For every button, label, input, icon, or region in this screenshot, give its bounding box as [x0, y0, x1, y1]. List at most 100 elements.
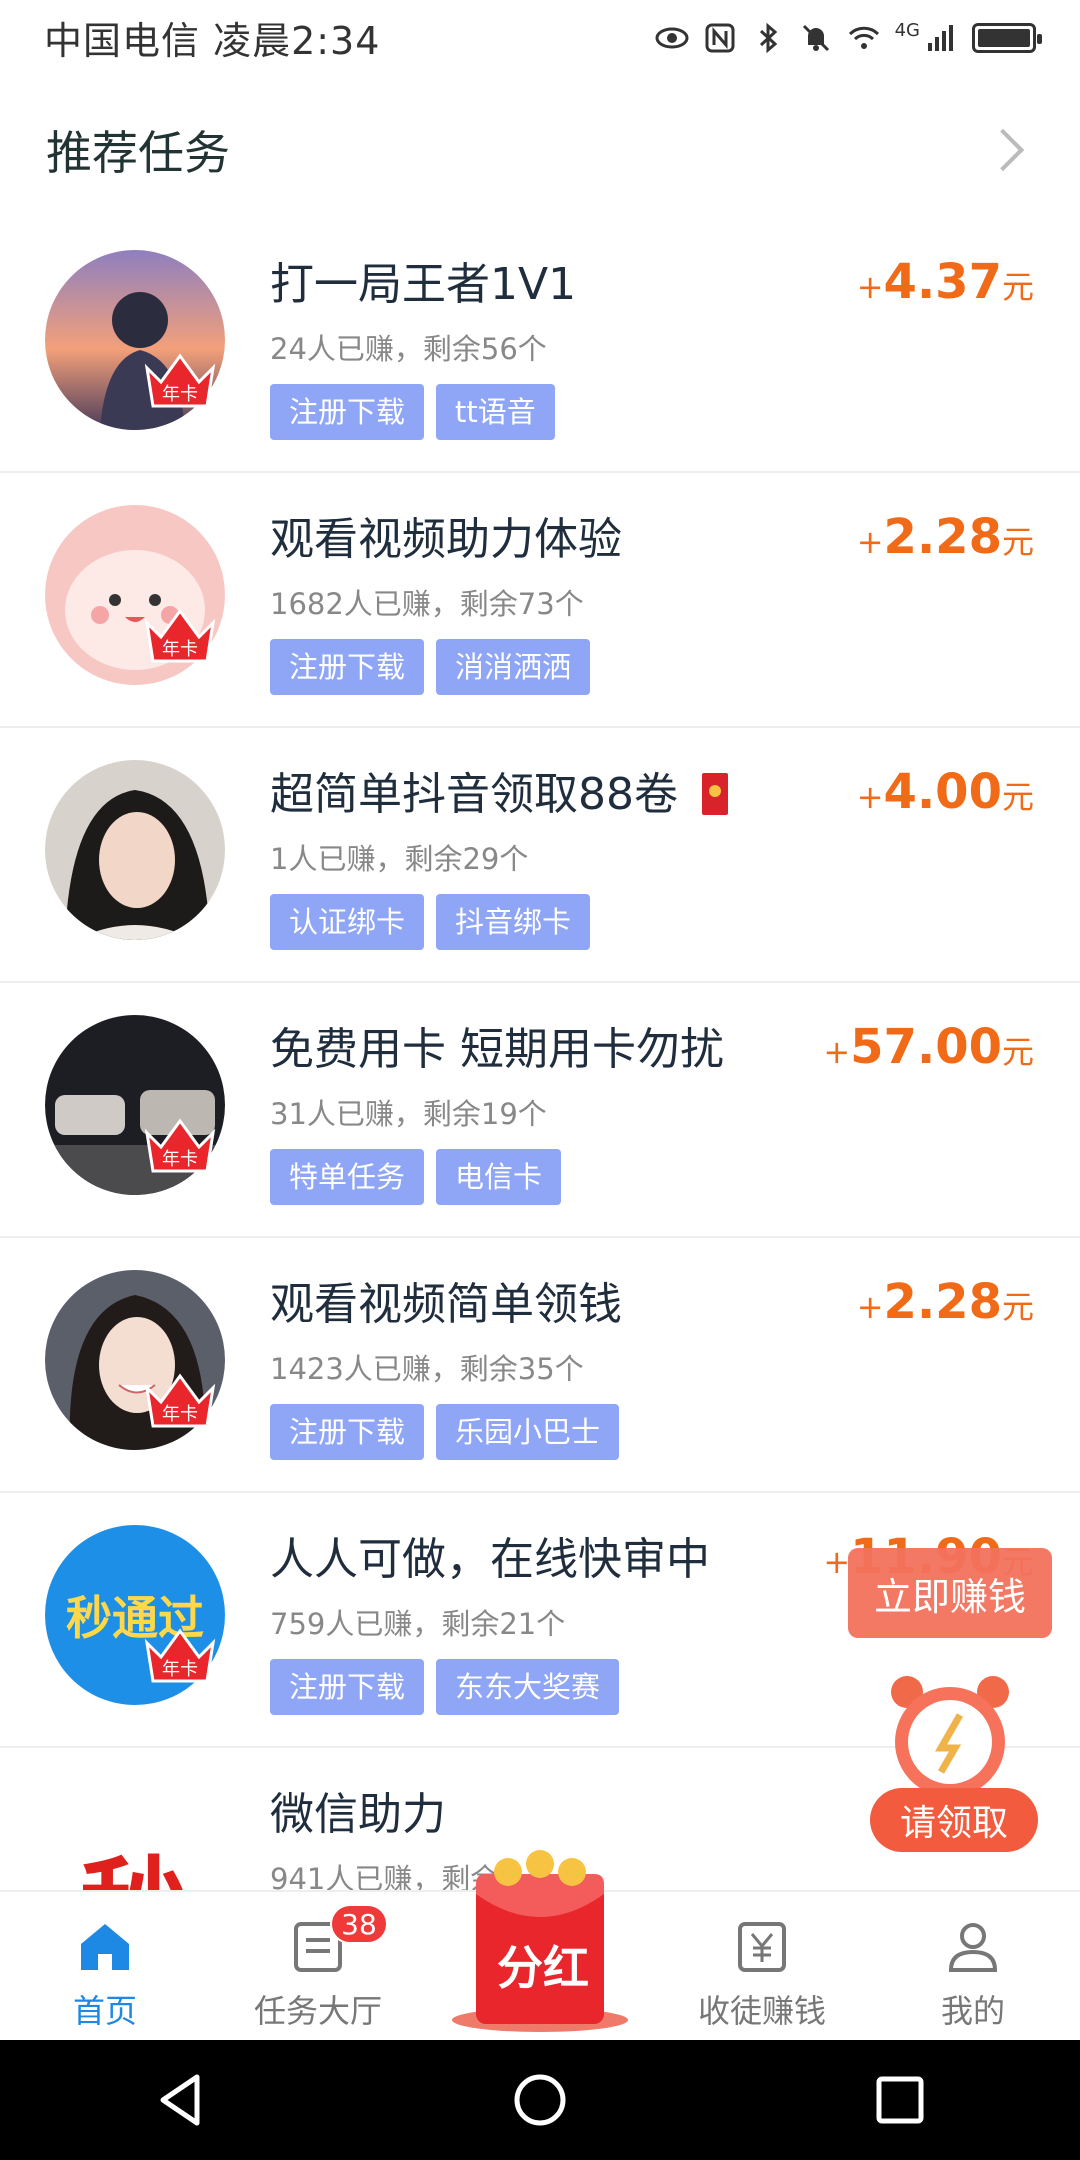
- task-avatar: [45, 760, 225, 940]
- avatar-text: 秒: [80, 1820, 190, 1890]
- task-reward: +57.00 元: [823, 1019, 1034, 1075]
- svg-text:年卡: 年卡: [162, 1149, 198, 1170]
- reward-unit: 元: [1001, 1288, 1034, 1326]
- home-circle-icon[interactable]: [505, 2065, 575, 2135]
- task-tags: 注册下载 tt语音: [270, 384, 555, 440]
- annual-card-badge-icon: 年卡: [144, 353, 216, 408]
- task-tag: 注册下载: [270, 384, 425, 440]
- task-tag: tt语音: [436, 384, 555, 440]
- task-reward: +4.00 元: [857, 764, 1034, 820]
- system-nav-bar: [0, 2040, 1080, 2160]
- task-meta: 31人已赚，剩余19个: [270, 1097, 547, 1131]
- task-row[interactable]: 年卡 观看视频简单领钱 1423人已赚，剩余35个 注册下载 乐园小巴士 +2.…: [0, 1238, 1080, 1493]
- notification-badge: 38: [330, 1904, 388, 1944]
- task-tags: 认证绑卡 抖音绑卡: [270, 894, 591, 950]
- task-tag: 注册下载: [270, 1659, 425, 1715]
- task-tag: 认证绑卡: [270, 894, 425, 950]
- task-tag: 东东大奖赛: [436, 1659, 620, 1715]
- task-tag: 消消洒洒: [436, 639, 591, 695]
- section-title: 推荐任务: [46, 126, 230, 180]
- alarm-clock-icon[interactable]: [875, 1670, 1025, 1800]
- svg-text:年卡: 年卡: [162, 1404, 198, 1425]
- task-meta: 759人已赚，剩余21个: [270, 1607, 566, 1641]
- recents-icon[interactable]: [865, 2065, 935, 2135]
- wifi-icon: [848, 26, 879, 49]
- section-header-recommended[interactable]: 推荐任务: [0, 105, 1080, 195]
- back-icon[interactable]: [145, 2065, 215, 2135]
- task-reward: +2.28 元: [857, 509, 1034, 565]
- annual-card-badge-icon: 年卡: [144, 1118, 216, 1173]
- reward-unit: 元: [1001, 523, 1034, 561]
- chevron-right-icon[interactable]: [981, 128, 1025, 172]
- red-envelope-icon: [702, 773, 728, 815]
- tab-task-hall[interactable]: 任务大厅 38: [218, 1892, 418, 2042]
- home-icon: [81, 1924, 129, 1970]
- svg-text:年卡: 年卡: [162, 639, 198, 660]
- mute-bell-icon: [802, 24, 829, 51]
- reward-amount: 2.28: [883, 1274, 1002, 1330]
- annual-card-badge-icon: 年卡: [144, 1628, 216, 1683]
- reward-plus: +: [856, 523, 884, 561]
- task-meta: 1人已赚，剩余29个: [270, 842, 529, 876]
- tab-label: 任务大厅: [253, 1992, 382, 2030]
- task-tag: 电信卡: [436, 1149, 562, 1205]
- task-tags: 注册下载 乐园小巴士: [270, 1404, 620, 1460]
- task-title-text: 免费用卡 短期用卡勿扰: [270, 1024, 724, 1075]
- task-title: 观看视频助力体验: [270, 514, 622, 565]
- reward-plus: +: [823, 1543, 851, 1581]
- reward-amount: 2.28: [883, 509, 1002, 565]
- status-carrier-time: 中国电信 凌晨2:34: [44, 19, 381, 63]
- reward-amount: 4.00: [883, 764, 1002, 820]
- task-title-text: 超简单抖音领取88卷: [270, 769, 678, 820]
- bluetooth-icon: [759, 22, 777, 53]
- battery-icon: [972, 22, 1042, 53]
- eye-icon: [655, 27, 689, 48]
- task-row[interactable]: 年卡 免费用卡 短期用卡勿扰 31人已赚，剩余19个 特单任务 电信卡 +57.…: [0, 983, 1080, 1238]
- svg-text:年卡: 年卡: [162, 384, 198, 405]
- task-meta: 1682人已赚，剩余73个: [270, 587, 584, 621]
- task-title: 免费用卡 短期用卡勿扰: [270, 1013, 724, 1077]
- tab-mine[interactable]: 我的: [873, 1892, 1073, 2042]
- money-bag-icon: [738, 1922, 786, 1972]
- task-tag: 抖音绑卡: [436, 894, 591, 950]
- reward-amount: 4.37: [883, 254, 1002, 310]
- annual-card-badge-icon: 年卡: [144, 608, 216, 663]
- dividend-label[interactable]: 分红: [483, 1930, 603, 2000]
- task-meta: 1423人已赚，剩余35个: [270, 1352, 584, 1386]
- task-title: 观看视频简单领钱: [270, 1279, 622, 1330]
- task-tags: 特单任务 电信卡: [270, 1149, 562, 1205]
- task-reward: +4.37 元: [857, 254, 1034, 310]
- status-icons: 4G: [655, 20, 1042, 55]
- task-row[interactable]: 年卡 打一局王者1V1 24人已赚，剩余56个 注册下载 tt语音 +4.37 元: [0, 218, 1080, 473]
- tab-label: 收徒赚钱: [697, 1992, 826, 2030]
- reward-plus: +: [856, 778, 884, 816]
- task-row[interactable]: 超简单抖音领取88卷 1人已赚，剩余29个 认证绑卡 抖音绑卡 +4.00 元: [0, 728, 1080, 983]
- tab-recruit[interactable]: 收徒赚钱: [662, 1892, 862, 2042]
- claim-button[interactable]: 请领取: [870, 1788, 1038, 1852]
- task-title: 人人可做，在线快审中: [270, 1534, 710, 1585]
- task-reward: +2.28 元: [857, 1274, 1034, 1330]
- tab-label: 首页: [72, 1992, 137, 2030]
- tab-home[interactable]: 首页: [5, 1892, 205, 2042]
- earn-now-button[interactable]: 立即赚钱: [848, 1548, 1052, 1638]
- reward-plus: +: [823, 1033, 851, 1071]
- reward-unit: 元: [1001, 268, 1034, 306]
- task-tags: 注册下载 消消洒洒: [270, 639, 591, 695]
- tab-label: 我的: [940, 1992, 1005, 2030]
- task-title: 超简单抖音领取88卷: [270, 758, 728, 822]
- task-row[interactable]: 年卡 观看视频助力体验 1682人已赚，剩余73个 注册下载 消消洒洒 +2.2…: [0, 473, 1080, 728]
- task-tag: 乐园小巴士: [436, 1404, 620, 1460]
- person-icon: [948, 1923, 998, 1972]
- task-title: 微信助力: [270, 1789, 446, 1840]
- reward-amount: 57.00: [850, 1019, 1002, 1075]
- status-bar: 中国电信 凌晨2:34 4G: [0, 0, 1080, 75]
- task-tag: 注册下载: [270, 1404, 425, 1460]
- signal-icon: [928, 24, 953, 51]
- nfc-icon: [705, 23, 735, 52]
- task-tags: 注册下载 东东大奖赛: [270, 1659, 620, 1715]
- task-list[interactable]: 年卡 打一局王者1V1 24人已赚，剩余56个 注册下载 tt语音 +4.37 元…: [0, 218, 1080, 1890]
- reward-plus: +: [856, 268, 884, 306]
- svg-text:年卡: 年卡: [162, 1659, 198, 1680]
- task-title: 打一局王者1V1: [270, 259, 577, 310]
- task-tag: 特单任务: [270, 1149, 425, 1205]
